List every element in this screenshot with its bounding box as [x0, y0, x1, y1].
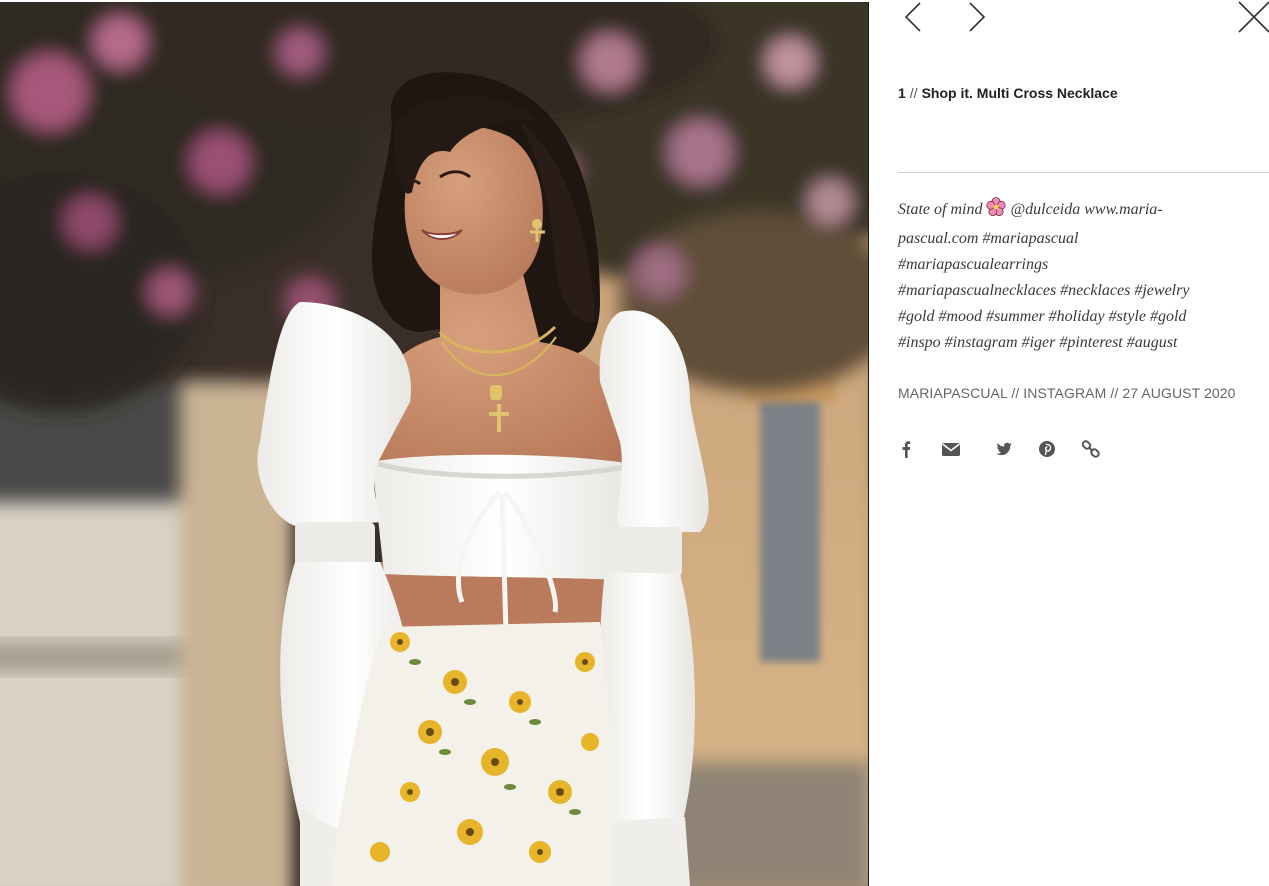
facebook-icon[interactable] [896, 438, 918, 460]
flower-icon [986, 197, 1007, 226]
title-separator: // [909, 85, 918, 101]
caption-line: State of mind @dulceida www.maria- [898, 197, 1238, 226]
close-icon [1238, 1, 1269, 33]
pinterest-icon[interactable] [1036, 438, 1058, 460]
post-index: 1 [898, 85, 906, 101]
photo-illustration [0, 2, 868, 886]
divider [898, 172, 1269, 173]
post-title[interactable]: 1//Shop it. Multi Cross Necklace [898, 85, 1118, 101]
close-button[interactable] [1235, 0, 1269, 40]
post-title-text: Shop it. Multi Cross Necklace [921, 85, 1118, 101]
previous-button[interactable] [899, 0, 939, 40]
email-icon[interactable] [940, 438, 962, 460]
caption-text: @dulceida www.maria- [1010, 201, 1163, 218]
chevron-left-icon [904, 2, 921, 32]
post-caption: State of mind @dulceida www.maria- pascu… [898, 197, 1238, 356]
next-button[interactable] [961, 0, 1001, 40]
caption-text: State of mind [898, 201, 983, 218]
caption-line: #gold #mood #summer #holiday #style #gol… [898, 308, 1187, 325]
post-details-panel: 1//Shop it. Multi Cross Necklace State o… [869, 0, 1269, 886]
caption-line: pascual.com #mariapascual [898, 230, 1079, 247]
chevron-right-icon [969, 2, 986, 32]
caption-line: #mariapascualearrings [898, 256, 1049, 273]
link-icon[interactable] [1080, 438, 1102, 460]
lightbox: 1//Shop it. Multi Cross Necklace State o… [0, 0, 1269, 886]
post-meta: MARIAPASCUAL // INSTAGRAM // 27 AUGUST 2… [898, 385, 1236, 401]
caption-line: #mariapascualnecklaces #necklaces #jewel… [898, 282, 1190, 299]
twitter-icon[interactable] [993, 438, 1015, 460]
post-photo [0, 2, 869, 886]
caption-line: #inspo #instagram #iger #pinterest #augu… [898, 334, 1178, 351]
